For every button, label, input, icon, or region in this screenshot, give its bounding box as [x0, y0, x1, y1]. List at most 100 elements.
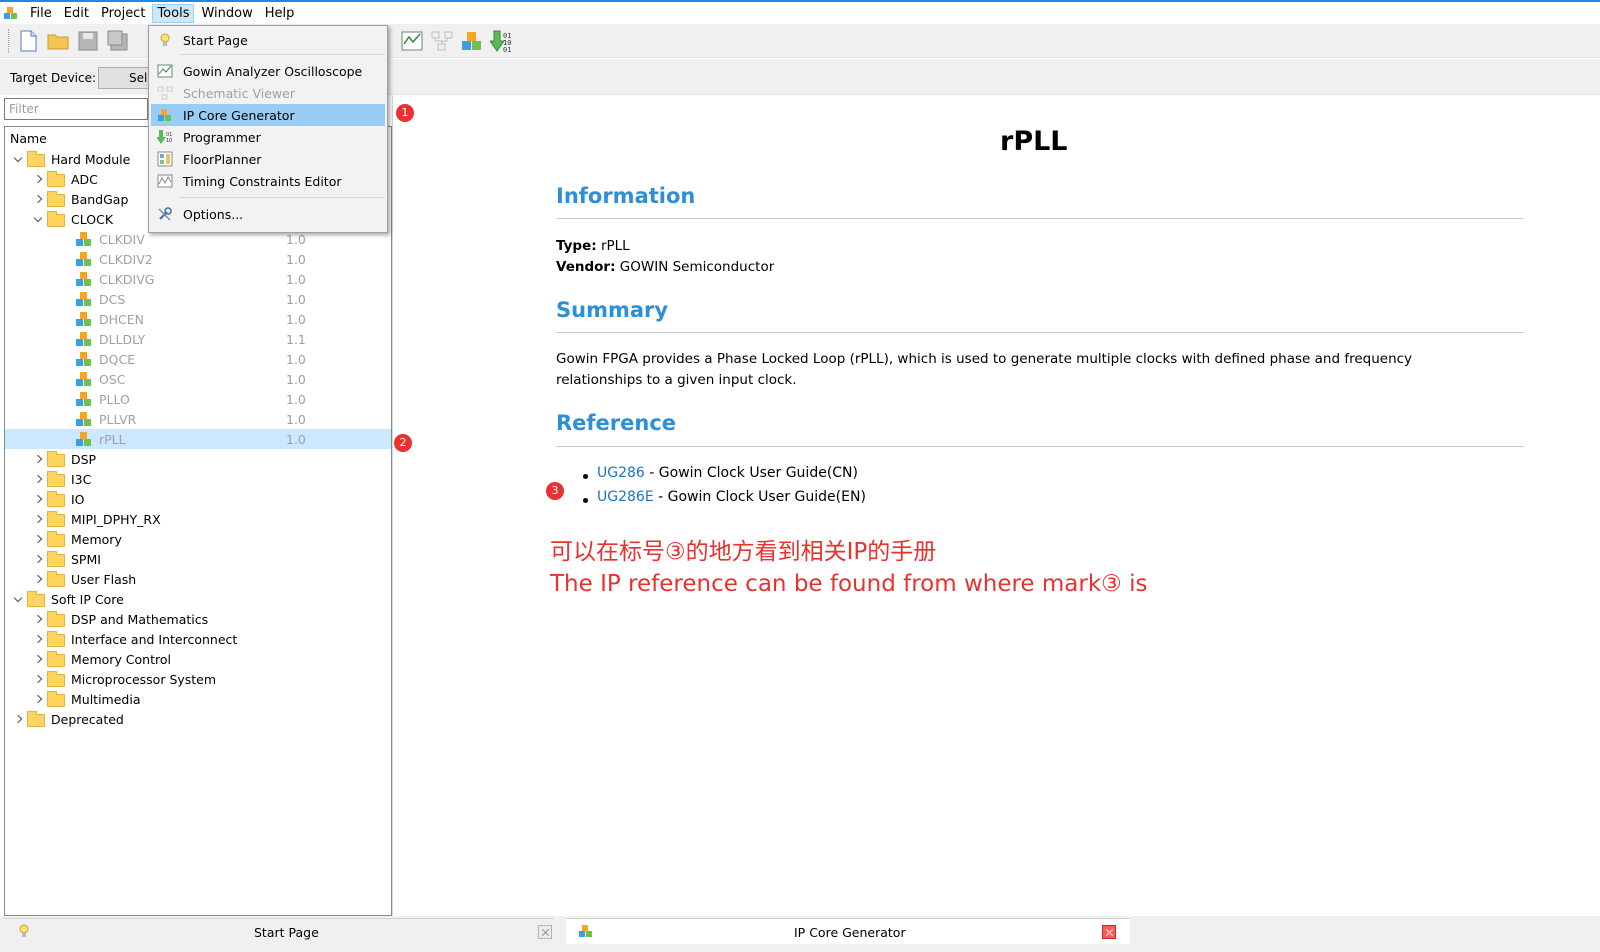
- menu-start-page[interactable]: Start Page: [151, 29, 385, 51]
- menu-analyzer-oscilloscope[interactable]: Gowin Analyzer Oscilloscope: [151, 60, 385, 82]
- tree-label: CLOCK: [71, 211, 114, 227]
- chevron-down-icon[interactable]: [13, 155, 23, 165]
- ip-core-icon: [75, 350, 93, 368]
- tree-label: CLKDIV: [99, 231, 145, 247]
- svg-text:01: 01: [503, 46, 511, 53]
- menu-help[interactable]: Help: [260, 4, 300, 23]
- chevron-right-icon[interactable]: [33, 534, 43, 544]
- chevron-right-icon[interactable]: [33, 654, 43, 664]
- menu-tools[interactable]: Tools: [152, 3, 195, 23]
- tree-folder-mipi-dphy-rx[interactable]: MIPI_DPHY_RX: [5, 509, 391, 529]
- timing-editor-icon: [157, 173, 173, 189]
- chevron-right-icon[interactable]: [33, 174, 43, 184]
- tree-ip-pllo[interactable]: PLLO 1.0: [5, 389, 391, 409]
- chevron-right-icon[interactable]: [33, 694, 43, 704]
- chevron-down-icon[interactable]: [33, 215, 43, 225]
- tree-folder-memory-control[interactable]: Memory Control: [5, 649, 391, 669]
- toolbar-grip[interactable]: [8, 29, 11, 53]
- folder-icon: [47, 651, 65, 667]
- chevron-right-icon[interactable]: [33, 674, 43, 684]
- save-all-icon[interactable]: [106, 29, 130, 53]
- menu-file[interactable]: File: [25, 4, 57, 23]
- tree-folder-deprecated[interactable]: Deprecated: [5, 709, 391, 729]
- reference-text: - Gowin Clock User Guide(EN): [653, 489, 866, 505]
- tree-folder-spmi[interactable]: SPMI: [5, 549, 391, 569]
- menu-options[interactable]: Options...: [151, 203, 385, 225]
- tree-ip-pllvr[interactable]: PLLVR 1.0: [5, 409, 391, 429]
- chevron-down-icon[interactable]: [13, 595, 23, 605]
- tree-folder-multimedia[interactable]: Multimedia: [5, 689, 391, 709]
- tree-label: Soft IP Core: [51, 591, 124, 607]
- summary-rule: [556, 332, 1524, 333]
- tree-folder-dsp[interactable]: DSP: [5, 449, 391, 469]
- chevron-right-icon[interactable]: [33, 614, 43, 624]
- tree-label: CLKDIVG: [99, 271, 155, 287]
- close-icon[interactable]: [1102, 925, 1116, 939]
- menu-edit[interactable]: Edit: [59, 4, 94, 23]
- menu-start-page-label: Start Page: [183, 33, 248, 48]
- close-icon[interactable]: [538, 925, 552, 939]
- save-icon[interactable]: [76, 29, 100, 53]
- chevron-right-icon[interactable]: [33, 474, 43, 484]
- app-logo-icon: [3, 5, 19, 21]
- tree-ip-dqce[interactable]: DQCE 1.0: [5, 349, 391, 369]
- type-label: Type:: [556, 238, 597, 254]
- ip-core-generator-icon[interactable]: [460, 29, 484, 53]
- menu-window[interactable]: Window: [196, 4, 257, 23]
- chevron-right-icon[interactable]: [33, 194, 43, 204]
- reference-bullet: [583, 474, 588, 479]
- ip-core-icon: [157, 107, 173, 123]
- chevron-right-icon[interactable]: [13, 714, 23, 724]
- tree-folder-microprocessor-system[interactable]: Microprocessor System: [5, 669, 391, 689]
- tree-ip-dlldly[interactable]: DLLDLY 1.1: [5, 329, 391, 349]
- chevron-right-icon[interactable]: [33, 514, 43, 524]
- new-file-icon[interactable]: [16, 29, 40, 53]
- folder-icon: [47, 691, 65, 707]
- tree-ip-clkdiv2[interactable]: CLKDIV2 1.0: [5, 249, 391, 269]
- ug286-link[interactable]: UG286: [597, 465, 645, 481]
- tree-ip-dhcen[interactable]: DHCEN 1.0: [5, 309, 391, 329]
- tab-start-page[interactable]: Start Page: [4, 918, 554, 944]
- tree-label: rPLL: [99, 431, 126, 447]
- menu-floorplanner[interactable]: FloorPlanner: [151, 148, 385, 170]
- tree-folder-interface-and-interconnect[interactable]: Interface and Interconnect: [5, 629, 391, 649]
- programmer-icon[interactable]: 01 10 01: [489, 29, 514, 54]
- menu-ip-core-generator[interactable]: IP Core Generator: [151, 104, 385, 126]
- tree-folder-io[interactable]: IO: [5, 489, 391, 509]
- chevron-right-icon[interactable]: [33, 554, 43, 564]
- folder-icon: [27, 591, 45, 607]
- tree-label: Memory: [71, 531, 122, 547]
- tree-folder-i3c[interactable]: I3C: [5, 469, 391, 489]
- tree-ip-osc[interactable]: OSC 1.0: [5, 369, 391, 389]
- folder-icon: [27, 151, 45, 167]
- chevron-right-icon[interactable]: [33, 494, 43, 504]
- menu-timing-constraints-editor[interactable]: Timing Constraints Editor: [151, 170, 385, 192]
- menu-schematic-viewer[interactable]: Schematic Viewer: [151, 82, 385, 104]
- analyzer-oscilloscope-icon[interactable]: [400, 29, 424, 53]
- target-device-label: Target Device:: [10, 71, 97, 85]
- tree-label: OSC: [99, 371, 126, 387]
- open-folder-icon[interactable]: [46, 29, 70, 53]
- schematic-viewer-icon[interactable]: [430, 29, 454, 53]
- reference-rule: [556, 446, 1524, 447]
- tree-folder-memory[interactable]: Memory: [5, 529, 391, 549]
- tab-ip-core-generator[interactable]: IP Core Generator: [566, 918, 1130, 944]
- tree-label: ADC: [71, 171, 98, 187]
- tree-version: 1.0: [286, 291, 306, 307]
- menu-programmer[interactable]: 01 10 Programmer: [151, 126, 385, 148]
- tree-folder-soft-ip-core[interactable]: Soft IP Core: [5, 589, 391, 609]
- chevron-right-icon[interactable]: [33, 574, 43, 584]
- panel-divider[interactable]: [392, 96, 393, 916]
- chevron-right-icon[interactable]: [33, 634, 43, 644]
- ug286e-link[interactable]: UG286E: [597, 489, 654, 505]
- tree-ip-dcs[interactable]: DCS 1.0: [5, 289, 391, 309]
- filter-input[interactable]: Filter: [4, 98, 148, 120]
- tree-ip-rpll[interactable]: rPLL 1.0: [5, 429, 391, 449]
- tree-ip-clkdivg[interactable]: CLKDIVG 1.0: [5, 269, 391, 289]
- tab-ip-core-label: IP Core Generator: [794, 925, 906, 940]
- tree-folder-user-flash[interactable]: User Flash: [5, 569, 391, 589]
- chevron-right-icon[interactable]: [33, 454, 43, 464]
- folder-icon: [47, 211, 65, 227]
- tree-folder-dsp-and-mathematics[interactable]: DSP and Mathematics: [5, 609, 391, 629]
- menu-project[interactable]: Project: [96, 4, 150, 23]
